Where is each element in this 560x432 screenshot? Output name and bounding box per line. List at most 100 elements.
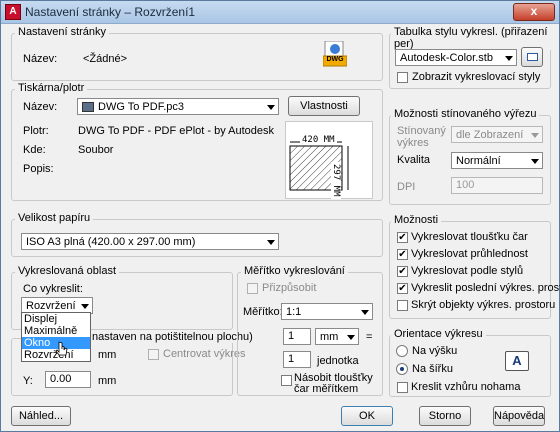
- preview-button[interactable]: Náhled...: [11, 406, 71, 426]
- window-title: Nastavení stránky – Rozvržení1: [25, 5, 196, 19]
- page-setup-dialog: A Nastavení stránky – Rozvržení1 x Nasta…: [0, 0, 560, 432]
- option-checkbox-plot-styles[interactable]: ✔: [397, 266, 408, 277]
- offset-x-unit: mm: [98, 349, 117, 361]
- portrait-radio[interactable]: [396, 345, 408, 357]
- fit-to-paper-checkbox[interactable]: [247, 283, 258, 294]
- autocad-app-icon: A: [5, 4, 21, 20]
- dwg-icon: DWG: [322, 40, 348, 67]
- paper-size-select[interactable]: ISO A3 plná (420.00 x 297.00 mm): [21, 233, 279, 250]
- mouse-cursor-icon: [55, 341, 69, 359]
- plotter-value: DWG To PDF - PDF ePlot - by Autodesk: [78, 125, 275, 137]
- option-label-transparency: Vykreslovat průhlednost: [411, 248, 528, 260]
- plot-style-select[interactable]: Autodesk-Color.stb: [395, 49, 517, 66]
- description-label: Popis:: [23, 163, 54, 175]
- plot-area-group-label: Vykreslovaná oblast: [15, 265, 120, 277]
- portrait-label: Na výšku: [412, 345, 458, 357]
- dropdown-option-extents[interactable]: Maximálně: [22, 325, 90, 337]
- orientation-group-label: Orientace výkresu: [391, 328, 486, 340]
- option-label-lineweights: Vykreslovat tloušťku čar: [411, 231, 528, 243]
- dpi-label: DPI: [397, 181, 416, 193]
- page-setup-name-value: <Žádné>: [83, 53, 128, 65]
- scale-lineweights-label: Násobit tloušťky čar měřítkem: [294, 372, 373, 395]
- option-checkbox-paperspace-last[interactable]: ✔: [397, 283, 408, 294]
- chevron-down-icon: [505, 56, 513, 61]
- shaded-plot-select[interactable]: dle Zobrazení: [451, 126, 543, 143]
- what-to-plot-value: Rozvržení: [26, 300, 76, 312]
- option-checkbox-transparency[interactable]: ✔: [397, 249, 408, 260]
- ok-button[interactable]: OK: [341, 406, 393, 426]
- scale-value1-input[interactable]: 1: [283, 328, 311, 345]
- edit-plot-style-button[interactable]: [521, 47, 543, 67]
- center-plot-label: Centrovat výkres: [163, 348, 246, 360]
- cancel-button[interactable]: Storno: [419, 406, 471, 426]
- option-label-paperspace-last: Vykreslit poslední výkres. prostoru: [411, 282, 560, 294]
- properties-button[interactable]: Vlastnosti: [288, 96, 360, 116]
- preview-height-label: 297 MM: [331, 162, 341, 199]
- chevron-down-icon: [267, 105, 275, 110]
- show-plot-styles-label: Zobrazit vykreslovací styly: [412, 71, 541, 83]
- shaded-plot-label: Stínovaný výkres: [397, 125, 446, 149]
- equals-sign: =: [366, 331, 373, 343]
- orientation-preview-icon: A: [505, 351, 529, 371]
- printer-group-label: Tiskárna/plotr: [15, 82, 88, 94]
- chevron-down-icon: [267, 240, 275, 245]
- quality-select[interactable]: Normální: [451, 152, 543, 169]
- printer-icon: [82, 102, 94, 112]
- plotter-label: Plotr:: [23, 125, 49, 137]
- scale-unit-value: mm: [320, 331, 339, 343]
- what-to-plot-label: Co vykreslit:: [23, 283, 83, 295]
- scale-value2-input[interactable]: 1: [283, 351, 311, 368]
- options-group-label: Možnosti: [391, 214, 442, 226]
- where-label: Kde:: [23, 144, 46, 156]
- shaded-plot-value: dle Zobrazení: [456, 129, 524, 141]
- where-value: Soubor: [78, 144, 114, 156]
- help-button[interactable]: Nápověda: [493, 406, 545, 426]
- title-bar: A Nastavení stránky – Rozvržení1 x: [1, 1, 559, 24]
- paper-size-group-label: Velikost papíru: [15, 212, 94, 224]
- page-setup-group-label: Nastavení stránky: [15, 26, 110, 38]
- printer-name-select[interactable]: DWG To PDF.pc3: [77, 98, 279, 115]
- scale-select[interactable]: 1:1: [281, 303, 373, 320]
- chevron-down-icon: [531, 159, 539, 164]
- scale-label: Měřítko:: [243, 306, 283, 318]
- plot-scale-group-label: Měřítko vykreslování: [241, 265, 348, 277]
- offset-y-unit: mm: [98, 375, 117, 387]
- option-checkbox-lineweights[interactable]: ✔: [397, 232, 408, 243]
- chevron-down-icon: [81, 304, 89, 309]
- dropdown-option-display[interactable]: Displej: [22, 313, 90, 325]
- preview-width-label: 420 MM: [300, 135, 337, 145]
- chevron-down-icon: [531, 133, 539, 138]
- quality-label: Kvalita: [397, 154, 431, 166]
- close-button[interactable]: x: [513, 3, 555, 21]
- offset-y-input[interactable]: 0.00: [45, 371, 91, 388]
- paper-size-value: ISO A3 plná (420.00 x 297.00 mm): [26, 236, 196, 248]
- dpi-input[interactable]: 100: [451, 177, 543, 194]
- upside-down-label: Kreslit vzhůru nohama: [411, 381, 521, 393]
- plot-style-value: Autodesk-Color.stb: [400, 52, 493, 64]
- orientation-icon-letter: A: [512, 353, 522, 368]
- shaded-viewport-group-label: Možnosti stínovaného výřezu: [391, 108, 540, 120]
- paper-preview: 420 MM 297 MM: [285, 121, 373, 199]
- printer-name-label: Název:: [23, 101, 58, 113]
- landscape-radio[interactable]: [396, 363, 408, 375]
- edit-table-icon: [527, 53, 538, 61]
- option-label-hide-objects: Skrýt objekty výkres. prostoru: [411, 299, 556, 311]
- landscape-label: Na šířku: [412, 363, 453, 375]
- chevron-down-icon: [347, 335, 355, 340]
- fit-to-paper-label: Přizpůsobit: [262, 282, 317, 294]
- option-checkbox-hide-objects[interactable]: [397, 300, 408, 311]
- scale-unit-label: jednotka: [317, 355, 359, 367]
- plot-offset-group-label: nastaven na potištitelnou plochu): [89, 331, 256, 343]
- dwg-badge-text: DWG: [326, 56, 344, 63]
- chevron-down-icon: [361, 310, 369, 315]
- page-setup-name-label: Název:: [23, 53, 58, 65]
- option-label-plot-styles: Vykreslovat podle stylů: [411, 265, 524, 277]
- show-plot-styles-checkbox[interactable]: [397, 72, 408, 83]
- scale-value: 1:1: [286, 306, 302, 318]
- scale-lineweights-checkbox[interactable]: [281, 375, 292, 386]
- quality-value: Normální: [456, 155, 501, 167]
- center-plot-checkbox[interactable]: [148, 349, 159, 360]
- scale-unit-select[interactable]: mm: [315, 328, 359, 345]
- upside-down-checkbox[interactable]: [397, 382, 408, 393]
- printer-name-value: DWG To PDF.pc3: [98, 101, 184, 113]
